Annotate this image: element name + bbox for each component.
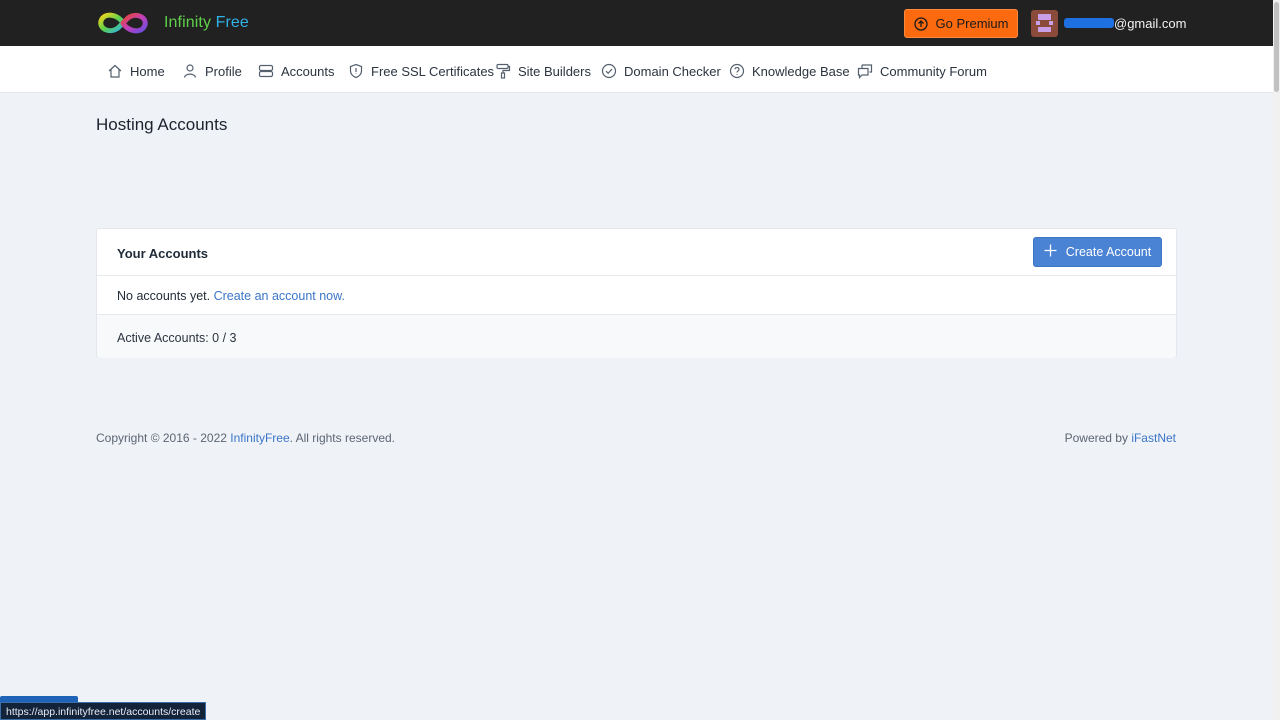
vertical-scrollbar[interactable]	[1273, 0, 1280, 720]
scrollbar-thumb[interactable]	[1274, 2, 1279, 92]
plus-icon	[1044, 244, 1057, 260]
nav-item-label: Accounts	[281, 63, 335, 79]
shield-icon	[348, 63, 371, 79]
nav-item-label: Community Forum	[880, 63, 987, 79]
user-email: @gmail.com	[1064, 16, 1187, 31]
go-premium-label: Go Premium	[935, 16, 1009, 31]
create-account-label: Create Account	[1065, 245, 1152, 259]
nav-item-site-builders[interactable]: Site Builders	[495, 62, 591, 80]
nav-item-free-ssl[interactable]: Free SSL Certificates	[348, 62, 494, 80]
empty-state: No accounts yet. Create an account now.	[117, 289, 345, 303]
user-email-text: @gmail.com	[1114, 16, 1187, 31]
powered-by-prefix: Powered by	[1064, 431, 1128, 445]
empty-state-text: No accounts yet.	[117, 289, 211, 303]
card-title: Your Accounts	[117, 246, 209, 261]
copyright-suffix: . All rights reserved.	[289, 431, 395, 445]
link-preview-url: https://app.infinityfree.net/accounts/cr…	[0, 702, 207, 720]
active-accounts-count: Active Accounts: 0 / 3	[117, 331, 237, 345]
nav-item-label: Knowledge Base	[752, 63, 850, 79]
user-menu[interactable]: @gmail.com	[1031, 10, 1186, 37]
nav-item-profile[interactable]: Profile	[182, 62, 242, 80]
go-premium-button[interactable]: Go Premium	[904, 9, 1018, 38]
brand-word-infinity: Infinity	[164, 14, 212, 31]
avatar	[1031, 10, 1058, 37]
chat-icon	[857, 63, 880, 79]
user-icon	[182, 63, 205, 79]
infinityfree-link[interactable]: InfinityFree	[230, 431, 289, 445]
accounts-card: Your Accounts Create Account No accounts…	[96, 228, 1177, 358]
nav-item-label: Profile	[205, 63, 242, 79]
nav-item-community-forum[interactable]: Community Forum	[857, 62, 987, 80]
brand-name: Infinity Free	[164, 14, 249, 32]
home-icon	[107, 63, 130, 79]
nav-item-label: Domain Checker	[624, 63, 721, 79]
ifastnet-link[interactable]: iFastNet	[1131, 431, 1176, 445]
page-title: Hosting Accounts	[96, 115, 228, 134]
brand-logo[interactable]: Infinity Free	[96, 9, 249, 37]
brand-word-free: Free	[215, 14, 249, 31]
redaction-mark	[1064, 18, 1114, 28]
nav-item-domain-checker[interactable]: Domain Checker	[601, 62, 721, 80]
nav-item-home[interactable]: Home	[107, 62, 165, 80]
powered-by: Powered by iFastNet	[1065, 431, 1176, 445]
nav-item-label: Home	[130, 63, 165, 79]
create-account-link[interactable]: Create an account now.	[214, 289, 345, 303]
nav-item-knowledge-base[interactable]: Knowledge Base	[729, 62, 850, 80]
create-account-button[interactable]: Create Account	[1033, 237, 1162, 267]
card-footer: Active Accounts: 0 / 3	[97, 314, 1176, 358]
paint-roller-icon	[495, 63, 518, 79]
copyright: Copyright © 2016 - 2022 InfinityFree. Al…	[96, 431, 395, 445]
arrow-up-circle-icon	[913, 16, 928, 31]
top-bar: Infinity Free Go Premium @gmail.com	[0, 0, 1273, 46]
nav-item-label: Free SSL Certificates	[371, 63, 495, 79]
card-header: Your Accounts Create Account	[97, 229, 1176, 276]
nav-item-label: Site Builders	[518, 63, 591, 79]
copyright-prefix: Copyright © 2016 - 2022	[96, 431, 227, 445]
question-circle-icon	[729, 63, 752, 79]
check-circle-icon	[601, 63, 624, 79]
main-navigation: Home Profile Accounts Free SSL Certifica…	[0, 46, 1273, 93]
infinity-logo-icon	[96, 9, 150, 37]
server-icon	[258, 63, 281, 79]
nav-item-accounts[interactable]: Accounts	[258, 62, 334, 80]
